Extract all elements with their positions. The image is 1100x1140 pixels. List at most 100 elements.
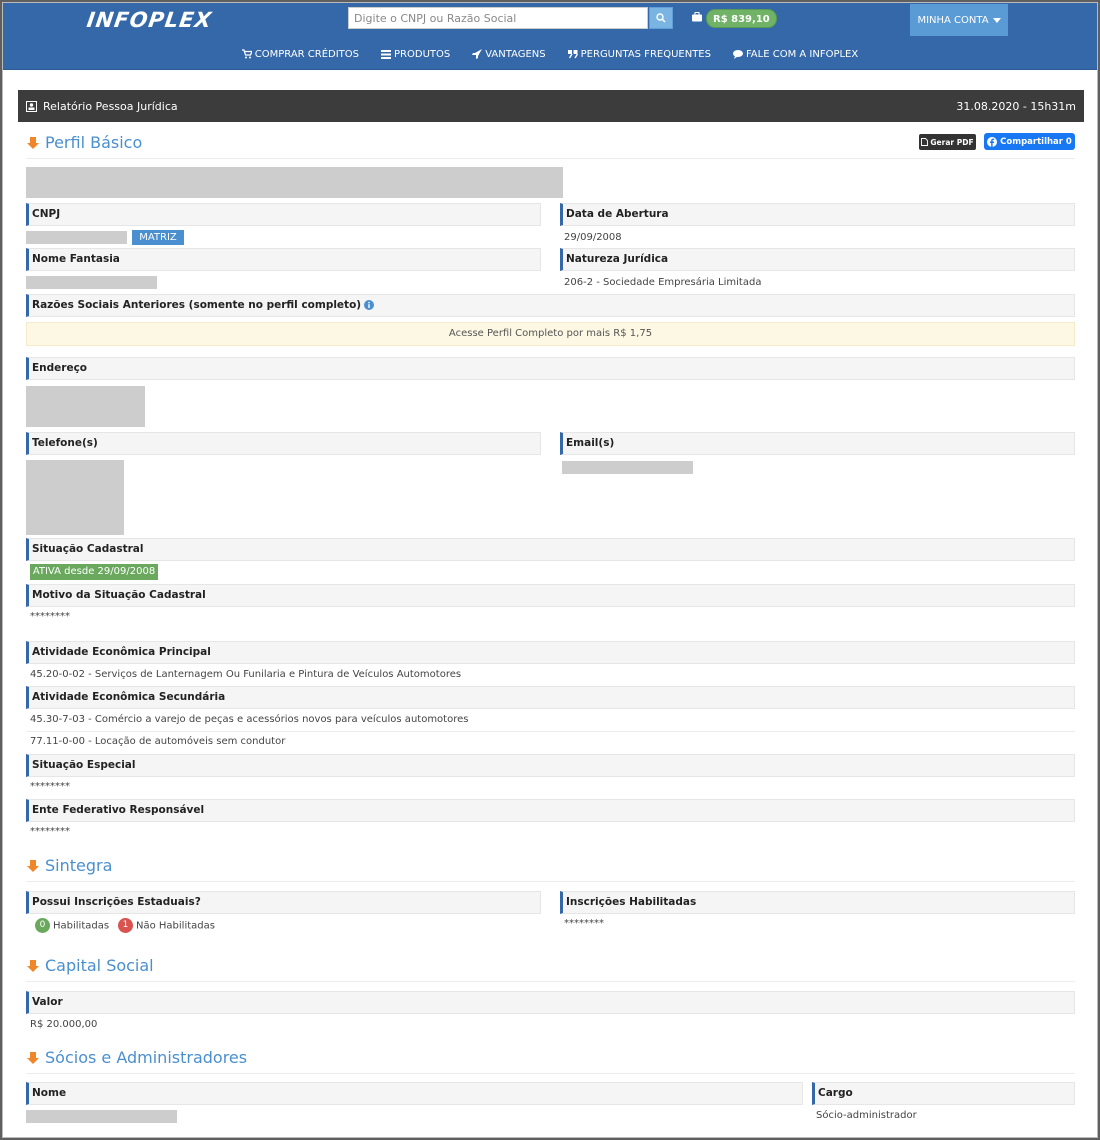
divider: [26, 158, 1075, 159]
label-telefones: Telefone(s): [26, 432, 541, 455]
nav-label: PERGUNTAS FREQUENTES: [580, 48, 711, 60]
label-atividade-secundaria: Atividade Econômica Secundária: [26, 686, 1075, 709]
label-socio-nome: Nome: [26, 1082, 803, 1105]
my-account-dropdown[interactable]: MINHA CONTA: [910, 4, 1008, 36]
label-socio-cargo: Cargo: [812, 1082, 1075, 1105]
divider: [26, 881, 1075, 882]
label-valor: Valor: [26, 991, 1075, 1014]
list-icon: [381, 50, 392, 59]
label-inscricoes-estaduais: Possui Inscrições Estaduais?: [26, 891, 541, 914]
redacted-telefones: [26, 460, 124, 535]
search-button[interactable]: [649, 7, 673, 29]
search-icon: [656, 13, 666, 23]
section-title-perfil: Perfil Básico: [45, 133, 143, 152]
label-situacao-cadastral: Situação Cadastral: [26, 538, 1075, 561]
nao-habilitadas-label: Não Habilitadas: [136, 920, 215, 932]
divider: [26, 1073, 1075, 1074]
redacted-socio-nome: [26, 1110, 177, 1123]
info-icon[interactable]: [364, 300, 375, 310]
redacted-cnpj: [26, 231, 127, 244]
generate-pdf-button[interactable]: Gerar PDF: [919, 134, 976, 150]
redacted-company-name: [26, 167, 563, 198]
nao-habilitadas-count: 1 Não Habilitadas: [118, 918, 215, 933]
label-data-abertura: Data de Abertura: [560, 203, 1075, 226]
count-badge-green: 0: [35, 918, 50, 933]
ente-federativo-value: ********: [30, 826, 70, 837]
count-badge-red: 1: [118, 918, 133, 933]
socio-cargo-value: Sócio-administrador: [816, 1110, 917, 1121]
arrow-down-icon: [27, 1051, 39, 1064]
label-emails: Email(s): [560, 432, 1075, 455]
search-input[interactable]: [348, 7, 648, 29]
label-inscricoes-habilitadas: Inscrições Habilitadas: [560, 891, 1075, 914]
facebook-icon: [987, 136, 998, 147]
label-atividade-principal: Atividade Econômica Principal: [26, 641, 1075, 664]
section-sintegra: Sintegra: [26, 856, 112, 875]
matriz-badge: MATRIZ: [132, 230, 184, 245]
situacao-especial-value: ********: [30, 781, 70, 792]
data-abertura-value: 29/09/2008: [564, 232, 622, 243]
label-razoes-sociais: Razões Sociais Anteriores (somente no pe…: [26, 294, 1075, 317]
caret-down-icon: [992, 17, 1001, 23]
status-badge: ATIVA desde 29/09/2008: [30, 564, 158, 580]
arrow-down-icon: [27, 136, 39, 149]
quote-icon: [567, 50, 578, 59]
my-account-label: MINHA CONTA: [917, 14, 989, 26]
inscricoes-habilitadas-value: ********: [564, 918, 604, 929]
section-title-socios: Sócios e Administradores: [45, 1048, 248, 1067]
label-nome-fantasia: Nome Fantasia: [26, 248, 541, 271]
label-situacao-especial: Situação Especial: [26, 754, 1075, 777]
file-pdf-icon: [921, 138, 929, 146]
credit-balance-badge[interactable]: R$ 839,10: [706, 9, 777, 28]
label-natureza-juridica: Natureza Jurídica: [560, 248, 1075, 271]
infoplex-logo[interactable]: INFOPLEX: [85, 8, 213, 32]
section-socios: Sócios e Administradores: [26, 1048, 247, 1067]
atividade-principal-value: 45.20-0-02 - Serviços de Lanternagem Ou …: [30, 669, 462, 680]
upgrade-notice[interactable]: Acesse Perfil Completo por mais R$ 1,75: [26, 322, 1075, 346]
section-title-sintegra: Sintegra: [45, 856, 113, 875]
capital-valor: R$ 20.000,00: [30, 1019, 98, 1030]
section-title-capital: Capital Social: [45, 956, 154, 975]
redacted-endereco: [26, 386, 145, 427]
main-nav: COMPRAR CRÉDITOS PRODUTOS VANTAGENS PERG…: [2, 46, 1098, 62]
arrow-down-icon: [27, 959, 39, 972]
redacted-nome-fantasia: [26, 276, 157, 289]
razoes-label-text: Razões Sociais Anteriores (somente no pe…: [32, 299, 362, 311]
nav-label: PRODUTOS: [394, 48, 451, 60]
divider: [26, 731, 1075, 732]
pdf-label: Gerar PDF: [930, 137, 974, 147]
share-label: Compartilhar 0: [1000, 136, 1072, 147]
atividade-secundaria-item: 45.30-7-03 - Comércio a varejo de peças …: [30, 714, 469, 725]
nav-comprar-creditos[interactable]: COMPRAR CRÉDITOS: [241, 46, 360, 62]
facebook-share-button[interactable]: Compartilhar 0: [984, 133, 1075, 150]
section-capital-social: Capital Social: [26, 956, 154, 975]
habilitadas-label: Habilitadas: [53, 920, 110, 932]
label-cnpj: CNPJ: [26, 203, 541, 226]
rocket-icon: [472, 49, 483, 59]
nav-perguntas-frequentes[interactable]: PERGUNTAS FREQUENTES: [567, 46, 711, 62]
label-motivo-situacao: Motivo da Situação Cadastral: [26, 584, 1075, 607]
atividade-secundaria-item: 77.11-0-00 - Locação de automóveis sem c…: [30, 736, 286, 747]
nav-label: COMPRAR CRÉDITOS: [254, 48, 360, 60]
id-card-icon: [26, 100, 37, 112]
label-endereco: Endereço: [26, 357, 1075, 380]
chat-icon: [732, 50, 743, 59]
nav-fale-com-infoplex[interactable]: FALE COM A INFOPLEX: [732, 46, 859, 62]
report-title: Relatório Pessoa Jurídica: [43, 99, 178, 113]
cart-icon: [241, 49, 252, 59]
briefcase-icon: [692, 12, 702, 22]
divider: [26, 981, 1075, 982]
natureza-juridica-value: 206-2 - Sociedade Empresária Limitada: [564, 277, 762, 288]
habilitadas-count: 0 Habilitadas: [35, 918, 109, 933]
nav-produtos[interactable]: PRODUTOS: [381, 46, 450, 62]
report-header-bar: Relatório Pessoa Jurídica 31.08.2020 - 1…: [18, 90, 1084, 122]
label-ente-federativo: Ente Federativo Responsável: [26, 799, 1075, 822]
nav-label: VANTAGENS: [485, 48, 546, 60]
nav-vantagens[interactable]: VANTAGENS: [472, 46, 546, 62]
section-perfil-basico: Perfil Básico: [26, 133, 142, 152]
top-navbar: INFOPLEX R$ 839,10 MINHA CONTA COMPRAR C…: [2, 2, 1098, 70]
report-datetime: 31.08.2020 - 15h31m: [956, 99, 1076, 113]
nav-label: FALE COM A INFOPLEX: [745, 48, 859, 60]
redacted-emails: [562, 461, 693, 474]
arrow-down-icon: [27, 859, 39, 872]
